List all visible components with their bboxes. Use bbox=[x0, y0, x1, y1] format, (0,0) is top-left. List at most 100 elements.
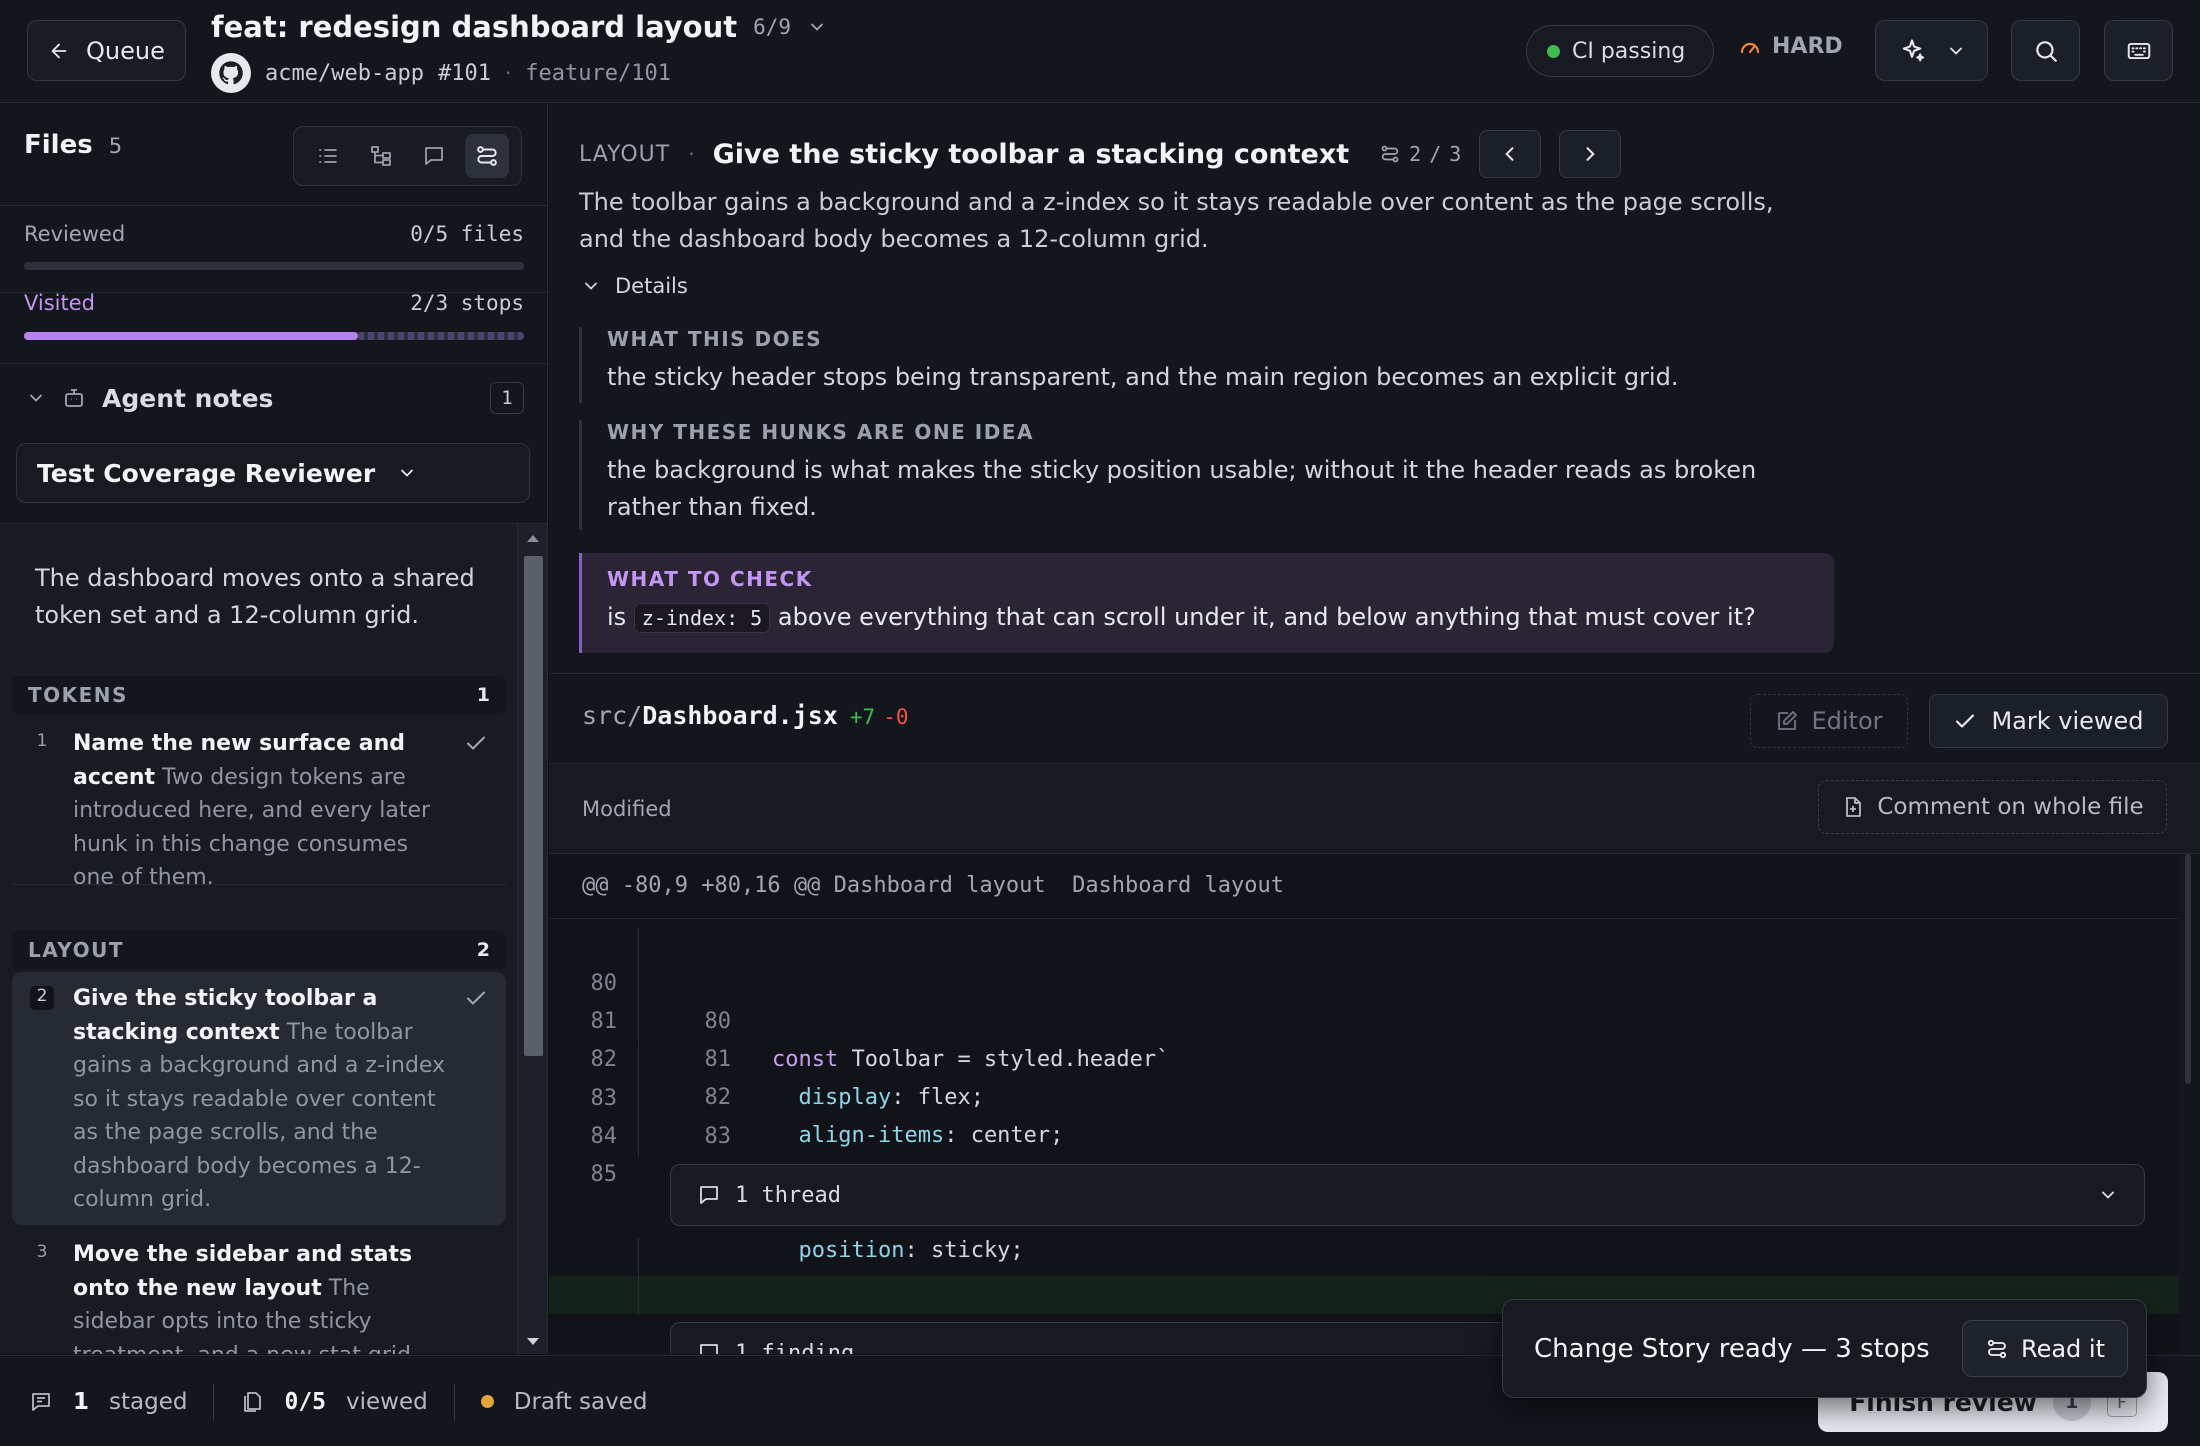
diff-view: @@ -80,9 +80,16 @@ Dashboard layout Dash… bbox=[549, 854, 2179, 1354]
diff-line[interactable]: 80 80 const Toolbar = styled.header` bbox=[549, 927, 2179, 1072]
status-dot bbox=[1547, 44, 1560, 58]
story-scrollbar[interactable] bbox=[517, 524, 547, 1354]
reviewed-progress: Reviewed 0/5 files bbox=[24, 222, 524, 246]
comment-on-file-button[interactable]: Comment on whole file bbox=[1818, 780, 2167, 834]
viewed-count: 0/5 bbox=[284, 1388, 327, 1415]
open-in-editor-button[interactable]: Editor bbox=[1750, 694, 1908, 748]
scroll-down-icon[interactable] bbox=[525, 1336, 541, 1348]
ci-status-label: CI passing bbox=[1572, 38, 1686, 64]
details-toggle[interactable]: Details bbox=[581, 274, 688, 298]
what-this-does: WHAT THIS DOES the sticky header stops b… bbox=[579, 327, 1819, 403]
repo-name[interactable]: acme/web-app bbox=[265, 61, 424, 86]
agent-notes-toggle[interactable]: Agent notes 1 bbox=[26, 382, 524, 414]
diff-line[interactable]: 81 81 display: flex; bbox=[549, 965, 2179, 1110]
diff-scrollbar[interactable] bbox=[2185, 854, 2191, 1084]
tree-icon bbox=[369, 144, 393, 168]
stop-text: Give the sticky toolbar a stacking conte… bbox=[73, 982, 453, 1217]
story-position-separator: / bbox=[1429, 142, 1442, 166]
difficulty-label: HARD bbox=[1772, 34, 1843, 59]
check-text: is z-index: 5 above everything that can … bbox=[607, 599, 1809, 637]
reviewer-name: Test Coverage Reviewer bbox=[37, 458, 376, 488]
comment-icon bbox=[697, 1341, 721, 1354]
reviewer-select[interactable]: Test Coverage Reviewer bbox=[16, 443, 530, 503]
file-status: Modified bbox=[582, 797, 672, 821]
separator: · bbox=[688, 142, 695, 166]
next-stop-button[interactable] bbox=[1559, 130, 1622, 178]
visited-progress-fill bbox=[24, 332, 358, 340]
story-stop-3[interactable]: 3 Move the sidebar and stats onto the ne… bbox=[12, 1228, 506, 1354]
why-label: WHY THESE HUNKS ARE ONE IDEA bbox=[607, 420, 1034, 444]
route-icon bbox=[1985, 1337, 2009, 1361]
chevron-down-icon bbox=[2098, 1185, 2118, 1205]
check-label: WHAT TO CHECK bbox=[607, 567, 813, 591]
thread-count-label: 1 thread bbox=[735, 1182, 841, 1208]
comment-icon bbox=[422, 144, 446, 168]
search-icon bbox=[2033, 38, 2059, 64]
keyboard-shortcuts-button[interactable] bbox=[2104, 20, 2173, 81]
pr-number[interactable]: #101 bbox=[438, 61, 491, 86]
story-view-button[interactable] bbox=[464, 134, 509, 178]
reviewed-value: 0/5 files bbox=[410, 222, 524, 246]
gauge-icon bbox=[1738, 35, 1762, 59]
stop-text: Move the sidebar and stats onto the new … bbox=[73, 1238, 453, 1354]
check-suffix: above everything that can scroll under i… bbox=[777, 603, 1756, 631]
scroll-thumb[interactable] bbox=[524, 556, 543, 1056]
story-stop-1[interactable]: 1 Name the new surface and accent Two de… bbox=[12, 717, 506, 890]
search-button[interactable] bbox=[2011, 20, 2080, 81]
previous-stop-button[interactable] bbox=[1479, 130, 1542, 178]
details-label: Details bbox=[615, 274, 688, 298]
reviewed-progress-bar bbox=[24, 262, 524, 270]
story-ready-toast: Change Story ready — 3 stops Read it bbox=[1502, 1299, 2147, 1398]
chevron-down-icon[interactable] bbox=[807, 17, 827, 37]
section-name: LAYOUT bbox=[28, 938, 124, 962]
files-title: Files bbox=[24, 130, 93, 160]
ci-status-badge[interactable]: CI passing bbox=[1526, 25, 1714, 77]
visited-value: 2/3 stops bbox=[410, 291, 524, 315]
list-view-button[interactable] bbox=[306, 134, 350, 178]
scroll-up-icon[interactable] bbox=[525, 532, 541, 544]
pr-queue-position: 6/9 bbox=[753, 15, 792, 39]
staged-label: staged bbox=[109, 1388, 188, 1415]
inline-code: z-index: 5 bbox=[633, 603, 771, 633]
arrow-left-icon bbox=[48, 40, 70, 62]
back-to-queue-button[interactable]: Queue bbox=[27, 20, 186, 81]
comment-icon bbox=[29, 1390, 53, 1414]
github-icon bbox=[211, 53, 251, 93]
check-prefix: is bbox=[607, 603, 627, 631]
mark-viewed-button[interactable]: Mark viewed bbox=[1929, 694, 2168, 748]
check-icon bbox=[1953, 709, 1977, 733]
file-dir: src/ bbox=[582, 701, 643, 730]
story-intro: The dashboard moves onto a shared token … bbox=[35, 564, 475, 629]
chevron-down-icon bbox=[1946, 41, 1966, 61]
diff-line[interactable]: 85 85 position: sticky; bbox=[549, 1118, 2179, 1263]
sidebar-view-toggle bbox=[293, 126, 522, 186]
keyboard-icon bbox=[2126, 38, 2152, 64]
story-position-total: 3 bbox=[1449, 142, 1462, 166]
read-story-button[interactable]: Read it bbox=[1962, 1320, 2128, 1377]
diff-line[interactable]: 84 84 padding: 0 var(--space-4); bbox=[549, 1080, 2179, 1225]
comment-icon bbox=[697, 1183, 721, 1207]
file-path[interactable]: src/Dashboard.jsx +7 -0 bbox=[582, 701, 908, 730]
what-label: WHAT THIS DOES bbox=[607, 327, 823, 351]
chevron-left-icon bbox=[1500, 144, 1520, 164]
main-panel: LAYOUT · Give the sticky toolbar a stack… bbox=[549, 104, 2200, 1354]
chevron-down-icon bbox=[26, 388, 46, 408]
back-button-label: Queue bbox=[86, 36, 165, 65]
diff-line[interactable]: 83 83 justify-content: space-between; bbox=[549, 1042, 2179, 1187]
file-comment-icon bbox=[1841, 795, 1865, 819]
diff-line[interactable]: 82 82 align-items: center; bbox=[549, 1003, 2179, 1148]
files-icon bbox=[240, 1390, 264, 1414]
mark-viewed-label: Mark viewed bbox=[1991, 707, 2144, 735]
robot-icon bbox=[62, 386, 86, 410]
draft-status-dot bbox=[480, 1395, 494, 1408]
story-section-label: LAYOUT bbox=[579, 141, 671, 167]
comments-view-button[interactable] bbox=[412, 134, 456, 178]
ai-assist-button[interactable] bbox=[1875, 20, 1988, 81]
diff-line[interactable]: 86 86 top: 0; bbox=[549, 1238, 2179, 1345]
route-icon bbox=[474, 143, 500, 169]
story-stop-2[interactable]: 2 Give the sticky toolbar a stacking con… bbox=[12, 972, 506, 1225]
what-to-check: WHAT TO CHECK is z-index: 5 above everyt… bbox=[579, 553, 1834, 653]
story-stop-title: Give the sticky toolbar a stacking conte… bbox=[712, 138, 1350, 170]
thread-toggle[interactable]: 1 thread bbox=[670, 1164, 2145, 1226]
tree-view-button[interactable] bbox=[359, 134, 403, 178]
